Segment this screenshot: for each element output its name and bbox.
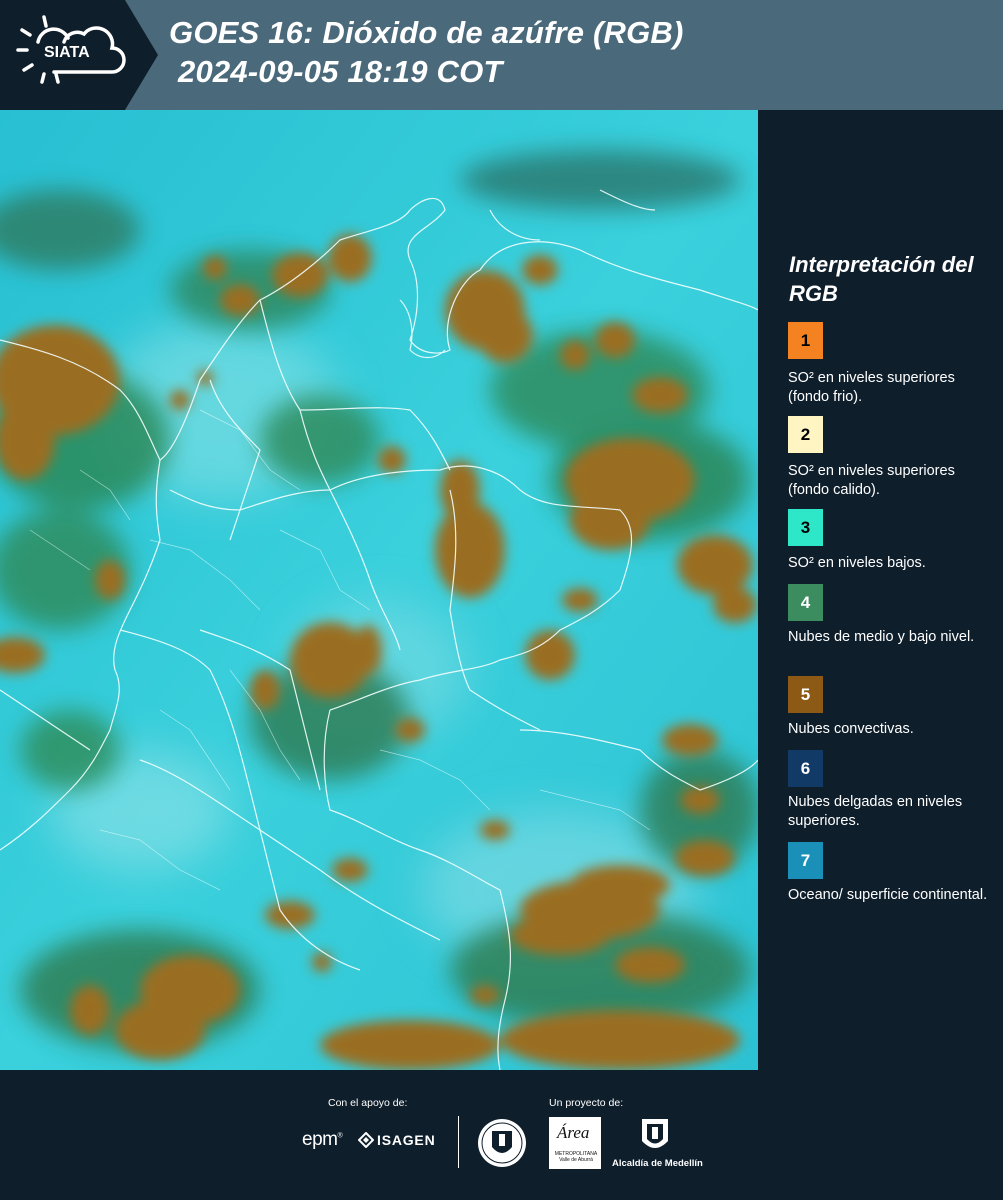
epm-logo[interactable]: epm® xyxy=(302,1129,343,1151)
page-timestamp: 2024-09-05 18:19 COT xyxy=(178,54,503,89)
header-band: SIATA GOES 16: Dióxido de azúfre (RGB) 2… xyxy=(0,0,1003,110)
legend-swatch: 7 xyxy=(788,842,823,879)
legend-swatch: 5 xyxy=(788,676,823,713)
legend-swatch: 3 xyxy=(788,509,823,546)
isagen-logo-text: ISAGEN xyxy=(377,1132,436,1148)
legend-swatch: 6 xyxy=(788,750,823,787)
footer-divider xyxy=(458,1116,459,1168)
legend-label: Oceano/ superficie continental. xyxy=(788,887,988,903)
legend-label: SO² en niveles superiores (fondo calido)… xyxy=(788,463,955,498)
epm-logo-text: epm xyxy=(302,1129,338,1150)
footer-support-label: Con el apoyo de: xyxy=(328,1097,408,1109)
legend-swatch: 1 xyxy=(788,322,823,359)
area-metropolitana-logo[interactable]: Área METROPOLITANA Valle de Aburrá xyxy=(549,1117,601,1169)
legend-title: Interpretación del RGB xyxy=(789,252,974,306)
goes16-so2-rgb-image xyxy=(0,110,758,1070)
legend-label: SO² en niveles bajos. xyxy=(788,555,926,571)
page-title: GOES 16: Dióxido de azúfre (RGB) xyxy=(169,15,684,50)
alcaldia-logo-text: Alcaldía de Medellín xyxy=(612,1158,703,1169)
satellite-map[interactable] xyxy=(0,110,758,1070)
isagen-logo[interactable]: ISAGEN xyxy=(358,1132,435,1148)
legend-label: Nubes convectivas. xyxy=(788,721,914,737)
alcaldia-shield-icon[interactable] xyxy=(640,1117,670,1155)
legend-label: Nubes delgadas en niveles superiores. xyxy=(788,794,963,829)
footer-project-label: Un proyecto de: xyxy=(549,1097,624,1109)
area-logo-subtext: METROPOLITANA Valle de Aburrá xyxy=(554,1151,598,1163)
isagen-mark-icon xyxy=(358,1132,374,1148)
legend-label: SO² en niveles superiores (fondo frio). xyxy=(788,370,955,405)
legend-swatch: 4 xyxy=(788,584,823,621)
legend-label: Nubes de medio y bajo nivel. xyxy=(788,629,975,645)
medellin-seal-icon[interactable] xyxy=(477,1117,527,1169)
logo-text: SIATA xyxy=(44,44,90,61)
legend-swatch: 2 xyxy=(788,416,823,453)
area-logo-text: Área xyxy=(557,1123,590,1142)
